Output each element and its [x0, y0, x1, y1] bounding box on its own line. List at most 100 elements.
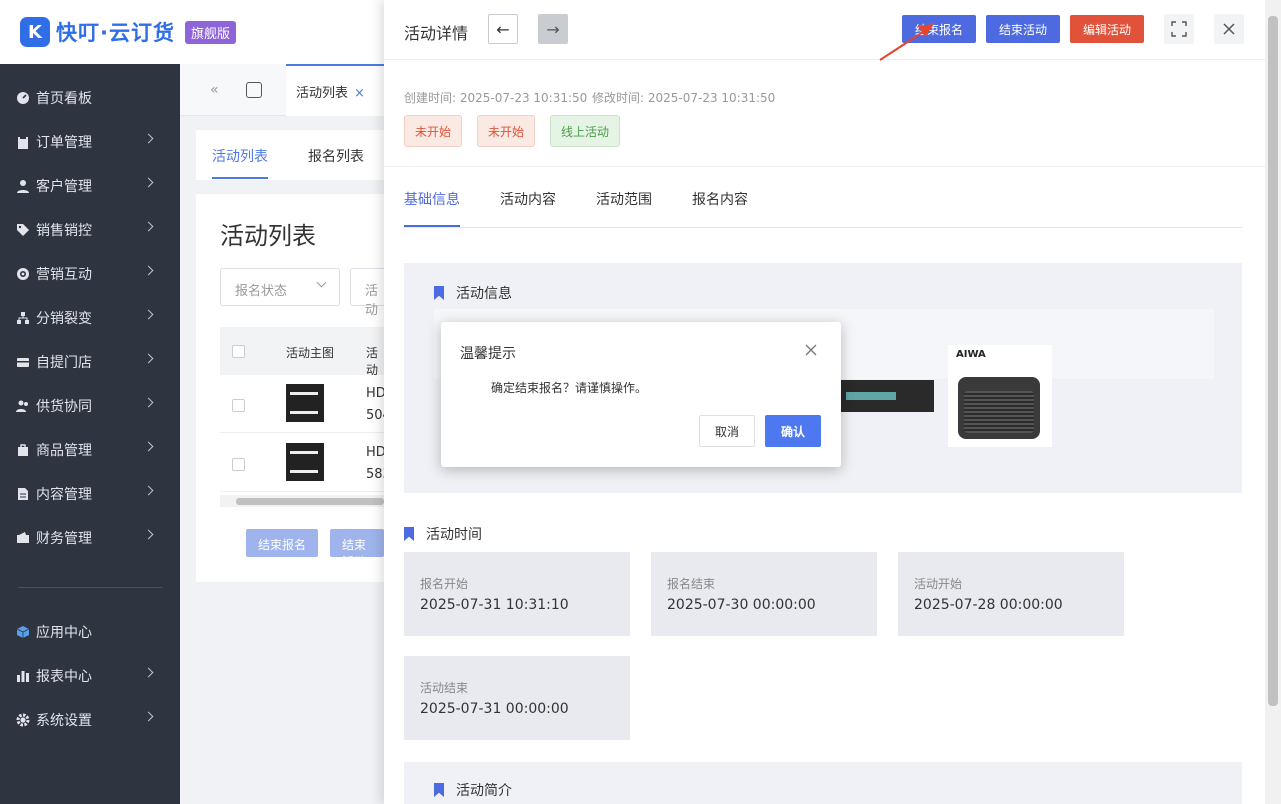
app-name: 快叮·云订货	[56, 21, 175, 45]
fullscreen-icon[interactable]	[1164, 14, 1194, 44]
gear-icon	[16, 713, 30, 727]
bookmark-icon	[404, 527, 414, 541]
chevron-right-icon	[143, 133, 154, 144]
sidebar-item[interactable]: 内容管理	[0, 472, 180, 516]
sidebar: 首页看板订单管理 客户管理销售销控营销互动分销裂变自提门店 供货协同商品管理内容管理…	[0, 0, 180, 804]
bulk-end-signup-button[interactable]: 结束报名	[246, 529, 319, 557]
bookmark-icon	[434, 286, 444, 300]
sidebar-item-label: 应用中心	[36, 625, 92, 641]
chevron-down-icon	[316, 277, 327, 288]
table-header: 活动主图 活动	[220, 327, 384, 377]
bulk-end-activity-button[interactable]: 结束活动	[330, 529, 384, 569]
tab-activity-list[interactable]: 活动列表 ×	[286, 64, 384, 116]
vertical-scrollbar[interactable]	[1265, 0, 1281, 804]
section-title: 活动简介	[456, 783, 512, 799]
sidebar-item-label: 商品管理	[36, 443, 92, 459]
sidebar-item[interactable]: 商品管理	[0, 428, 180, 472]
prev-arrow-icon[interactable]: ←	[488, 14, 518, 44]
sidebar-nav-bottom: 应用中心报表中心系统设置	[0, 610, 180, 742]
end-activity-button[interactable]: 结束活动	[986, 15, 1060, 43]
scrollbar-thumb[interactable]	[236, 498, 384, 505]
list-subtabs: 活动列表 报名列表	[196, 130, 384, 180]
table-row[interactable]: HD 583	[220, 434, 391, 492]
tab-signup-content[interactable]: 报名内容	[692, 189, 748, 209]
bar-chart-icon	[16, 669, 30, 683]
sidebar-item[interactable]: 应用中心	[0, 610, 180, 654]
subtab-activity-list[interactable]: 活动列表	[212, 146, 268, 166]
section-title: 活动时间	[426, 527, 482, 543]
chevron-right-icon	[143, 529, 154, 540]
time-value: 2025-07-31 10:31:10	[420, 597, 569, 613]
scrollbar-thumb[interactable]	[1268, 16, 1278, 706]
confirm-button[interactable]: 确认	[765, 415, 821, 447]
chevron-right-icon	[143, 353, 154, 364]
time-label: 报名结束	[667, 577, 716, 591]
list-card: 活动列表 报名状态 活动 活动主图 活动 HD 504 HD 583 结束报名 …	[196, 194, 391, 582]
sidebar-item[interactable]: 客户管理	[0, 164, 180, 208]
signup-status-filter[interactable]: 报名状态	[220, 268, 340, 306]
activity-intro-section: 活动简介	[404, 762, 1242, 804]
tab-basic-info[interactable]: 基础信息	[404, 189, 460, 209]
drawer-title: 活动详情	[404, 24, 469, 43]
status-badge: 未开始	[477, 115, 535, 147]
tab-activity-content[interactable]: 活动内容	[500, 189, 556, 209]
next-arrow-icon[interactable]: →	[538, 14, 568, 44]
table-row[interactable]: HD 504	[220, 375, 391, 433]
collapse-icon[interactable]: «	[210, 82, 219, 98]
store-icon	[16, 355, 30, 369]
activity-code: HD	[366, 386, 386, 401]
tab-divider	[404, 227, 1242, 228]
sidebar-item-label: 销售销控	[36, 223, 92, 239]
row-checkbox[interactable]	[232, 458, 245, 471]
select-all-checkbox[interactable]	[232, 345, 245, 358]
sidebar-item[interactable]: 订单管理	[0, 120, 180, 164]
confirm-dialog: 温馨提示 确定结束报名？请谨慎操作。 取消 确认	[441, 322, 841, 467]
close-icon[interactable]	[805, 344, 819, 358]
chevron-right-icon	[143, 177, 154, 188]
horizontal-scrollbar[interactable]	[220, 495, 384, 507]
section-title: 活动信息	[456, 286, 512, 302]
sidebar-item-label: 系统设置	[36, 713, 92, 729]
tab-activity-scope[interactable]: 活动范围	[596, 189, 652, 209]
tab-close-icon[interactable]: ×	[354, 86, 365, 101]
home-icon[interactable]	[246, 82, 262, 98]
sidebar-item[interactable]: 销售销控	[0, 208, 180, 252]
subtab-signup-list[interactable]: 报名列表	[308, 146, 364, 166]
divider	[384, 166, 1265, 167]
chevron-right-icon	[143, 711, 154, 722]
dialog-message: 确定结束报名？请谨慎操作。	[491, 381, 648, 395]
edit-activity-button[interactable]: 编辑活动	[1070, 15, 1144, 43]
sidebar-item[interactable]: 营销互动	[0, 252, 180, 296]
sidebar-item[interactable]: 自提门店	[0, 340, 180, 384]
time-card: 报名结束 2025-07-30 00:00:00	[651, 552, 877, 636]
logo-bar: K 快叮·云订货 旗舰版	[0, 0, 384, 64]
time-label: 活动开始	[914, 577, 963, 591]
sidebar-item[interactable]: 首页看板	[0, 76, 180, 120]
drawer-header: 活动详情 ← → 结束报名 结束活动 编辑活动	[384, 0, 1265, 61]
time-value: 2025-07-30 00:00:00	[667, 597, 816, 613]
dashboard-icon	[16, 91, 30, 105]
sidebar-item[interactable]: 分销裂变	[0, 296, 180, 340]
banner-image[interactable]	[840, 380, 934, 412]
cancel-button[interactable]: 取消	[699, 415, 755, 447]
sidebar-item[interactable]: 财务管理	[0, 516, 180, 560]
time-value: 2025-07-31 00:00:00	[420, 701, 569, 717]
sidebar-item[interactable]: 报表中心	[0, 654, 180, 698]
status-badge: 未开始	[404, 115, 462, 147]
close-icon[interactable]	[1214, 14, 1244, 44]
annotation-arrow-icon	[879, 24, 934, 61]
chevron-right-icon	[143, 485, 154, 496]
speaker-image[interactable]: AIWA	[948, 345, 1052, 447]
activity-thumbnail	[286, 443, 324, 481]
sidebar-item-label: 分销裂变	[36, 311, 92, 327]
sidebar-item-label: 营销互动	[36, 267, 92, 283]
sidebar-nav: 首页看板订单管理 客户管理销售销控营销互动分销裂变自提门店 供货协同商品管理内容管理…	[0, 76, 180, 560]
sidebar-item-label: 首页看板	[36, 91, 92, 107]
row-checkbox[interactable]	[232, 399, 245, 412]
filter-label: 活动	[365, 284, 379, 318]
sidebar-item-label: 财务管理	[36, 531, 92, 547]
filter-label: 报名状态	[235, 284, 288, 299]
sidebar-item[interactable]: 供货协同	[0, 384, 180, 428]
sidebar-item[interactable]: 系统设置	[0, 698, 180, 742]
chevron-right-icon	[143, 397, 154, 408]
